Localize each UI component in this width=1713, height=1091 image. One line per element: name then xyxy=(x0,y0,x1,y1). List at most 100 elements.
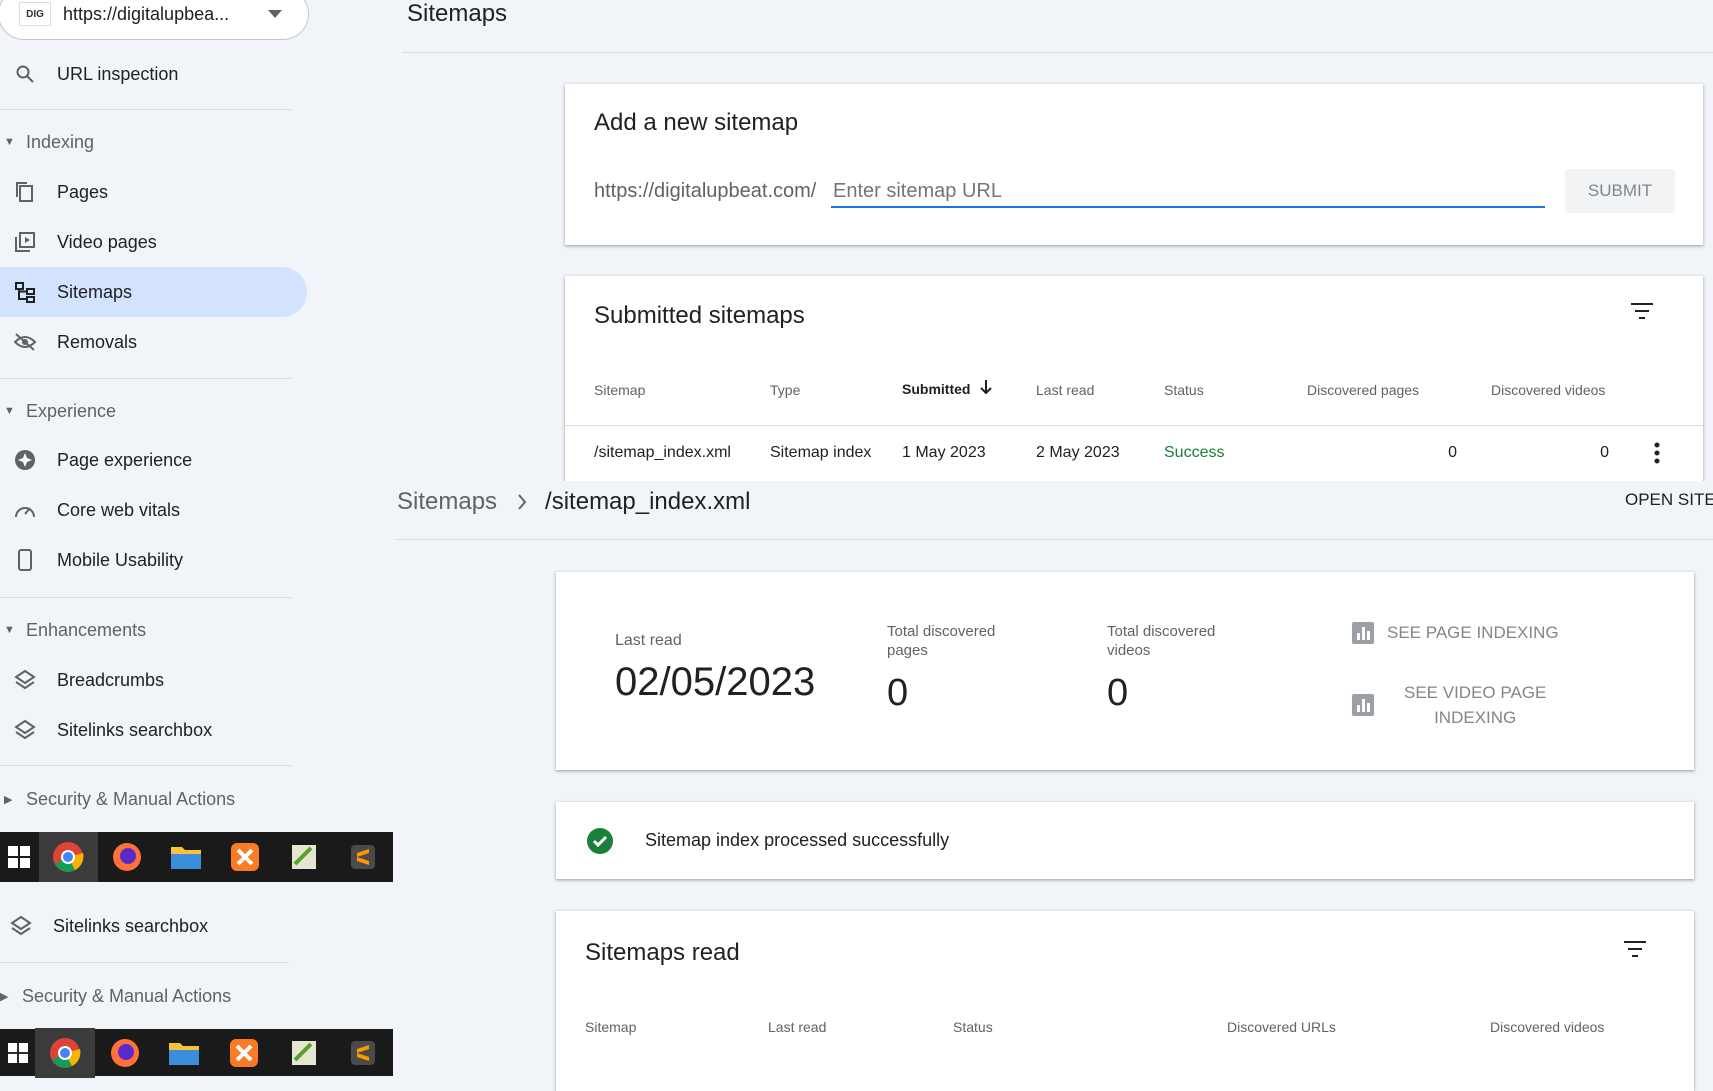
column-header[interactable]: Discovered URLs xyxy=(1227,1019,1336,1035)
status-cell: Success xyxy=(1164,444,1225,461)
xampp-icon[interactable] xyxy=(214,1028,274,1078)
last-read-value: 02/05/2023 xyxy=(615,660,816,704)
arrow-down-icon xyxy=(980,380,993,397)
column-header-label: Submitted xyxy=(902,380,971,397)
caret-right-icon: ▶ xyxy=(0,990,9,1003)
sitemap-url-prefix: https://digitalupbeat.com/ xyxy=(594,180,817,202)
total-videos-value: 0 xyxy=(1107,672,1129,714)
folder-icon[interactable] xyxy=(157,832,216,882)
sidebar-item-label: URL inspection xyxy=(57,63,179,84)
property-selector[interactable]: DIG https://digitalupbea... xyxy=(0,0,309,40)
total-pages-label: Total discovered pages xyxy=(887,622,995,660)
label-line: SEE VIDEO PAGE xyxy=(1404,683,1547,702)
sublime-text-icon[interactable] xyxy=(333,1028,393,1078)
firefox-icon[interactable] xyxy=(98,832,157,882)
sidebar-item-label: Video pages xyxy=(57,231,157,252)
windows-taskbar xyxy=(0,832,393,882)
chrome-icon[interactable] xyxy=(35,1027,95,1078)
sitemaps-read-title: Sitemaps read xyxy=(585,939,740,966)
more-vert-icon[interactable] xyxy=(1654,442,1660,469)
discovered-videos-cell: 0 xyxy=(1600,444,1609,461)
see-video-page-indexing-button[interactable]: SEE VIDEO PAGE INDEXING xyxy=(1352,680,1546,730)
column-header[interactable]: Status xyxy=(953,1019,993,1035)
sitemap-url-input[interactable] xyxy=(831,176,1545,208)
sidebar-item-sitemaps[interactable]: Sitemaps xyxy=(0,267,307,317)
label-line: Total discovered xyxy=(887,623,996,640)
submit-button[interactable]: SUBMIT xyxy=(1565,169,1675,213)
see-page-indexing-button[interactable]: SEE PAGE INDEXING xyxy=(1352,622,1559,644)
windows-start-icon[interactable] xyxy=(0,832,39,882)
status-card: Sitemap index processed successfully xyxy=(556,802,1694,879)
status-message: Sitemap index processed successfully xyxy=(645,830,950,850)
sitemap-icon xyxy=(10,277,40,307)
sidebar-item-label: Core web vitals xyxy=(57,499,181,520)
chevron-down-icon xyxy=(268,5,282,23)
section-label: Experience xyxy=(26,400,117,421)
section-label: Security & Manual Actions xyxy=(26,788,236,809)
sitemap-cell: /sitemap_index.xml xyxy=(594,444,731,461)
sidebar-item-removals[interactable]: Removals xyxy=(0,317,290,367)
total-videos-label: Total discovered videos xyxy=(1107,622,1215,660)
button-label: SEE PAGE INDEXING xyxy=(1387,623,1559,642)
chevron-right-icon xyxy=(517,494,527,510)
sitemaps-read-card: Sitemaps read Sitemap Last read Status D… xyxy=(556,911,1694,1091)
last-read-label: Last read xyxy=(615,632,682,649)
check-circle-icon xyxy=(587,828,613,859)
windows-start-icon[interactable] xyxy=(0,1028,35,1078)
chrome-icon[interactable] xyxy=(38,832,98,882)
sublime-text-icon[interactable] xyxy=(334,832,393,882)
section-experience[interactable]: ▼ Experience xyxy=(0,400,116,422)
sidebar-item-label: Mobile Usability xyxy=(57,549,184,570)
section-security[interactable]: ▶ Security & Manual Actions xyxy=(0,788,235,810)
label-line: INDEXING xyxy=(1434,708,1517,727)
sidebar-item-sitelinks-searchbox-lower[interactable]: Sitelinks searchbox xyxy=(0,901,290,951)
caret-down-icon: ▼ xyxy=(4,136,15,148)
column-header-sorted[interactable]: Submitted xyxy=(902,380,993,397)
last-read-cell: 2 May 2023 xyxy=(1036,444,1120,461)
column-header[interactable]: Last read xyxy=(768,1019,826,1035)
section-security-lower[interactable]: ▶ Security & Manual Actions xyxy=(0,985,231,1007)
sidebar-item-core-web-vitals[interactable]: Core web vitals xyxy=(0,485,290,535)
notepad-icon[interactable] xyxy=(274,1028,334,1078)
filter-icon[interactable] xyxy=(1630,302,1654,325)
caret-down-icon: ▼ xyxy=(4,405,15,417)
layers-icon xyxy=(6,911,36,941)
notepad-icon[interactable] xyxy=(275,832,334,882)
section-enhancements[interactable]: ▼ Enhancements xyxy=(0,619,146,641)
video-pages-icon xyxy=(10,227,40,257)
column-header[interactable]: Sitemap xyxy=(585,1019,636,1035)
firefox-icon[interactable] xyxy=(95,1028,155,1078)
sidebar-item-video-pages[interactable]: Video pages xyxy=(0,217,290,267)
open-sitemap-button[interactable]: OPEN SITE xyxy=(1625,490,1713,510)
section-indexing[interactable]: ▼ Indexing xyxy=(0,131,94,153)
sidebar-item-sitelinks-searchbox[interactable]: Sitelinks searchbox xyxy=(0,705,290,755)
column-header[interactable]: Discovered videos xyxy=(1490,1019,1604,1035)
column-header[interactable]: Sitemap xyxy=(594,382,645,398)
property-badge: DIG xyxy=(19,2,51,26)
filter-icon[interactable] xyxy=(1623,940,1647,963)
breadcrumb-root[interactable]: Sitemaps xyxy=(397,488,497,516)
column-header[interactable]: Discovered pages xyxy=(1307,382,1419,398)
sidebar-item-page-experience[interactable]: Page experience xyxy=(0,435,290,485)
sidebar-item-label: Sitemaps xyxy=(57,281,133,302)
column-header[interactable]: Last read xyxy=(1036,382,1094,398)
sidebar-item-pages[interactable]: Pages xyxy=(0,167,290,217)
caret-down-icon: ▼ xyxy=(4,624,15,636)
folder-icon[interactable] xyxy=(154,1028,214,1078)
sidebar-item-mobile-usability[interactable]: Mobile Usability xyxy=(0,535,290,585)
sidebar-item-label: Breadcrumbs xyxy=(57,669,165,690)
page-title: Sitemaps xyxy=(407,0,508,27)
smartphone-icon xyxy=(10,545,40,575)
column-header[interactable]: Status xyxy=(1164,382,1204,398)
sidebar-item-label: Sitelinks searchbox xyxy=(57,719,213,740)
column-header[interactable]: Type xyxy=(770,382,800,398)
add-sitemap-card: Add a new sitemap https://digitalupbeat.… xyxy=(565,84,1703,245)
sidebar-item-label: Removals xyxy=(57,331,138,352)
discovered-pages-cell: 0 xyxy=(1448,444,1457,461)
sidebar-item-url-inspection[interactable]: URL inspection xyxy=(0,49,290,99)
sidebar-item-label: Pages xyxy=(57,181,109,202)
sidebar-item-breadcrumbs[interactable]: Breadcrumbs xyxy=(0,655,290,705)
submitted-sitemaps-title: Submitted sitemaps xyxy=(594,302,805,329)
column-header[interactable]: Discovered videos xyxy=(1491,382,1605,398)
xampp-icon[interactable] xyxy=(216,832,275,882)
